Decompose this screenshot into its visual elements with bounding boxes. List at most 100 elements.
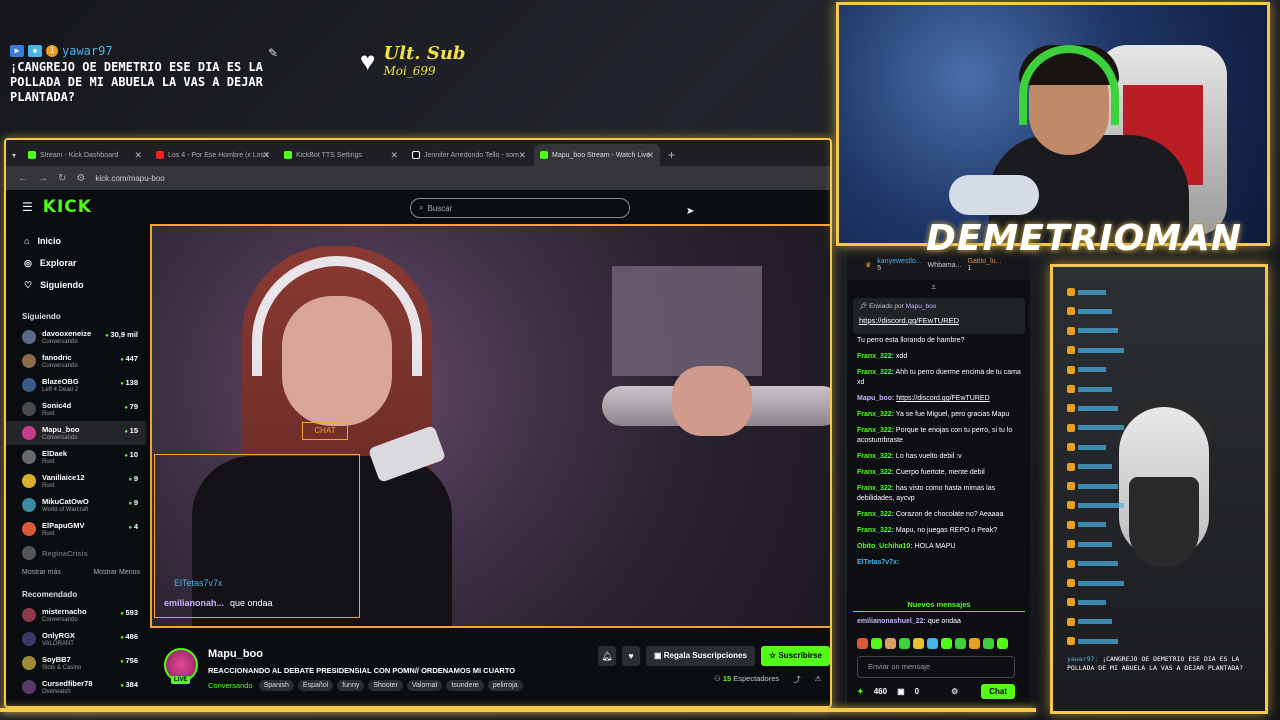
emote-icon[interactable] [899, 638, 910, 649]
subscribe-button[interactable]: ☆ Suscribirse [760, 646, 830, 666]
chat-text: Mapu, no juegas REPO o Peak? [895, 527, 998, 534]
tag[interactable]: Shooter [368, 680, 403, 691]
sidebar-channel[interactable]: ReginaCrisis [6, 541, 146, 565]
search-input[interactable]: ⌕ Buscar [410, 198, 630, 218]
sidebar-channel[interactable]: BlazeOBGLeft 4 Dead 2 138 [6, 373, 146, 397]
sidebar-channel[interactable]: SoyBB7Slots & Casino 756 [6, 651, 146, 675]
chat-message: Franx_322: Lo has vuelto debil :v [857, 452, 1025, 462]
browser-tab-active[interactable]: Mapu_boo Stream - Watch Live ✕ [534, 144, 661, 166]
tag[interactable]: tsundere [446, 680, 484, 691]
channel-category: Conversando [42, 338, 78, 345]
sidebar-channel[interactable]: Vanillaice12Rust 9 [6, 469, 146, 493]
pinned-link[interactable]: https://discord.gg/FEwTURED [859, 316, 1019, 325]
new-messages-divider[interactable]: Nuevos mensajes [853, 600, 1025, 612]
gift-icon[interactable]: ▣ [897, 687, 905, 696]
nav-explore[interactable]: ◎ Explorar [6, 252, 146, 274]
expand-icon[interactable]: ⩡ [931, 282, 936, 293]
emote-icon[interactable] [997, 638, 1008, 649]
chat-username[interactable]: Franx_322: [857, 485, 894, 492]
chat-username[interactable]: Franx_322: [857, 411, 894, 418]
heart-icon[interactable]: ♥ [622, 646, 640, 666]
reload-icon[interactable]: ↻ [58, 173, 66, 184]
kick-page: ☰ KICK ⌕ Buscar ⌂ Inicio ◎ Explorar ♡ Sigui… [6, 190, 830, 706]
bell-icon[interactable]: 🔔︎ [598, 646, 616, 666]
browser-tab[interactable]: Stream - Kick Dashboard ✕ [22, 144, 148, 166]
chat-username[interactable]: Franx_322: [857, 453, 894, 460]
chat-username[interactable]: Franx_322: [857, 427, 894, 434]
chat-message: Franx_322: Ya se fue Miguel, pero gracia… [857, 410, 1025, 420]
sidebar-channel[interactable]: Mapu_booConversando 15 [6, 421, 146, 445]
sidebar-channel[interactable]: ElPapuGMVRust 4 [6, 517, 146, 541]
badge-icon [1067, 288, 1075, 296]
kick-logo[interactable]: KICK [43, 197, 92, 217]
emote-icon[interactable] [913, 638, 924, 649]
tag[interactable]: Spanish [258, 680, 294, 691]
chat-username[interactable]: Franx_322: [857, 353, 894, 360]
category-link[interactable]: Conversando [208, 681, 253, 690]
emote-icon[interactable] [955, 638, 966, 649]
report-icon[interactable]: ⚠ [815, 674, 822, 685]
close-icon[interactable]: ✕ [646, 150, 654, 161]
chat-username[interactable]: Franx_322: [857, 469, 894, 476]
share-icon[interactable]: ⤴ [793, 674, 801, 685]
emote-bar [857, 638, 1008, 649]
emote-icon[interactable] [885, 638, 896, 649]
emote-icon[interactable] [871, 638, 882, 649]
nav-following[interactable]: ♡ Siguiendo [6, 274, 146, 296]
sidebar-channel[interactable]: fanodricConversando 447 [6, 349, 146, 373]
sidebar-channel[interactable]: OnlyRGXVALORANT 486 [6, 627, 146, 651]
chat-send-button[interactable]: Chat [981, 684, 1015, 699]
chat-username[interactable]: Franx_322: [857, 369, 894, 376]
sidebar-channel[interactable]: Sonic4dRust 79 [6, 397, 146, 421]
show-more-button[interactable]: Mostrar más [22, 569, 61, 576]
nav-home[interactable]: ⌂ Inicio [6, 230, 146, 252]
back-icon[interactable]: ← [18, 173, 28, 184]
show-less-button[interactable]: Mostrar Menos [93, 569, 140, 576]
chat-username[interactable]: Mapu_boo: [857, 395, 894, 402]
chat-text: Tu perro esta llorando de hambre? [857, 337, 965, 344]
channel-category: VALORANT [42, 640, 74, 647]
tag[interactable]: Valornat [406, 680, 443, 691]
chat-username[interactable]: Franx_322: [857, 527, 894, 534]
crown-icon: ♛ [865, 262, 872, 269]
tag[interactable]: Español [297, 680, 334, 691]
video-player[interactable]: CHAT ElTetas7v7x emilianonah... que ondaa [150, 224, 830, 628]
settings-icon[interactable]: ⚙ [951, 687, 958, 696]
forward-icon[interactable]: → [38, 173, 48, 184]
menu-icon[interactable]: ☰ [22, 200, 33, 214]
chat-username[interactable]: ElTetas7v7x: [857, 559, 899, 566]
chat-input[interactable]: Enviar un mensaje [857, 656, 1015, 678]
chat-username[interactable]: Franx_322: [857, 511, 894, 518]
emote-icon[interactable] [857, 638, 868, 649]
close-icon[interactable]: ✕ [390, 150, 398, 161]
close-icon[interactable]: ✕ [262, 150, 270, 161]
overlay-chat-line [1067, 442, 1106, 452]
site-info-icon[interactable]: ⚙ [76, 173, 85, 184]
sidebar-channel[interactable]: davooxeneizeConversando 30,9 mil [6, 325, 146, 349]
sidebar-channel[interactable]: MikuCatOwOWorld of Warcraft 9 [6, 493, 146, 517]
sidebar-channel[interactable]: ElDaekRust 10 [6, 445, 146, 469]
emote-icon[interactable] [969, 638, 980, 649]
new-tab-button[interactable]: + [662, 144, 681, 166]
emote-icon[interactable] [941, 638, 952, 649]
tab-list-icon[interactable]: ▾ [12, 151, 20, 166]
sidebar-channel[interactable]: Cursedfiber78Overwatch 384 [6, 675, 146, 699]
close-icon[interactable]: ✕ [134, 150, 142, 161]
overlay-chip: CHAT [302, 422, 348, 440]
chat-username[interactable]: Obito_Uchiha10: [857, 543, 913, 550]
tag[interactable]: funny [337, 680, 365, 691]
browser-tab[interactable]: Los 4 - Por Ese Hombre (x Los I ✕ [150, 144, 276, 166]
badge-icon [1067, 617, 1075, 626]
channel-category: Rust [42, 458, 55, 465]
gift-subs-button[interactable]: ▣ Regala Suscripciones [646, 646, 755, 666]
channel-name[interactable]: Mapu_boo [208, 648, 263, 660]
emote-icon[interactable] [983, 638, 994, 649]
close-icon[interactable]: ✕ [518, 150, 526, 161]
browser-tab[interactable]: Jennifer Arredondo Tello - som ✕ [406, 144, 532, 166]
browser-tab[interactable]: KickBot TTS Settings ✕ [278, 144, 404, 166]
sidebar-channel[interactable]: misternachoConversando 593 [6, 603, 146, 627]
emote-icon[interactable] [927, 638, 938, 649]
badge-icon [1067, 346, 1075, 355]
tag[interactable]: pelirroja [487, 680, 523, 691]
url-text[interactable]: kick.com/mapu-boo [95, 174, 164, 183]
